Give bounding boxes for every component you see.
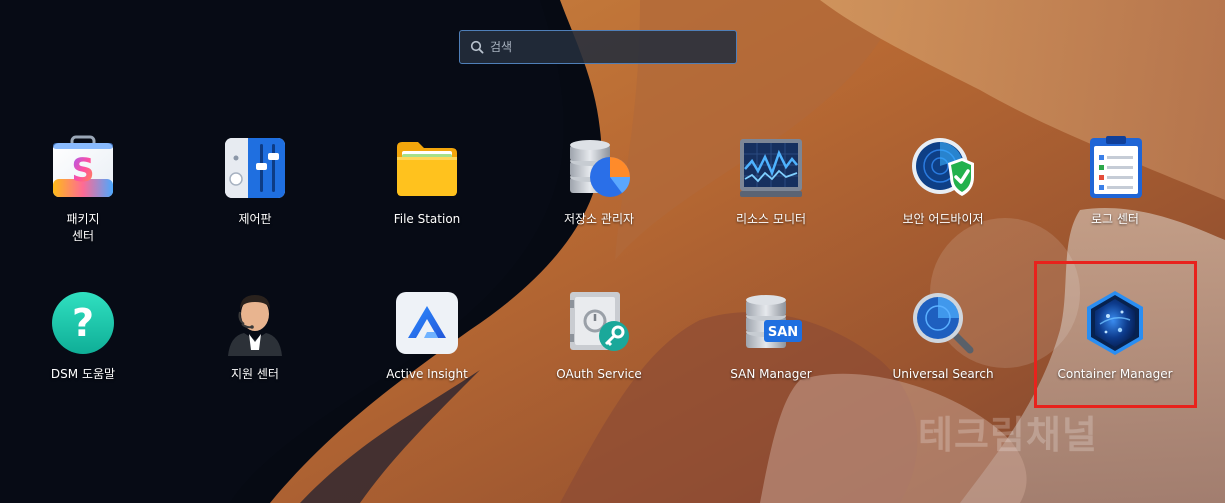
san-manager-icon: SAN [746, 295, 802, 348]
storage-manager-icon [570, 140, 630, 197]
app-label: Universal Search [892, 367, 994, 381]
app-label: 로그 센터 [1091, 212, 1139, 226]
app-label: Active Insight [386, 367, 468, 381]
app-label: 패키지 센터 [66, 212, 100, 243]
app-log-center[interactable]: 로그 센터 [1040, 135, 1190, 228]
app-resource-monitor[interactable]: 리소스 모니터 [696, 135, 846, 228]
package-center-icon: S [53, 135, 113, 197]
app-label: 보안 어드바이저 [902, 212, 984, 226]
app-dsm-help[interactable]: ? DSM 도움말 [8, 290, 158, 383]
app-label: File Station [393, 212, 461, 226]
desktop-wallpaper [0, 0, 1225, 503]
search-box[interactable] [459, 30, 737, 64]
app-container-manager[interactable]: Container Manager [1040, 290, 1190, 383]
app-control-panel[interactable]: 제어판 [180, 135, 330, 228]
app-universal-search[interactable]: Universal Search [868, 290, 1018, 383]
log-center-icon [1090, 136, 1142, 198]
search-input[interactable] [490, 40, 736, 54]
app-storage-manager[interactable]: 저장소 관리자 [524, 135, 674, 228]
app-oauth-service[interactable]: OAuth Service [524, 290, 674, 383]
app-file-station[interactable]: File Station [352, 135, 502, 228]
app-san-manager[interactable]: SAN SAN Manager [696, 290, 846, 383]
app-label: 제어판 [238, 212, 272, 226]
app-label: DSM 도움말 [50, 367, 116, 381]
app-support-center[interactable]: 지원 센터 [180, 290, 330, 383]
app-label: Container Manager [1057, 367, 1173, 381]
app-label: SAN Manager [730, 367, 812, 381]
oauth-service-icon [570, 292, 629, 351]
support-center-icon [228, 295, 282, 356]
app-label: 리소스 모니터 [735, 212, 807, 226]
security-advisor-icon [912, 138, 974, 196]
app-package-center[interactable]: S 패키지 센터 [8, 135, 158, 245]
universal-search-icon [913, 293, 974, 354]
app-active-insight[interactable]: Active Insight [352, 290, 502, 383]
help-icon: ? [52, 292, 114, 354]
app-security-advisor[interactable]: 보안 어드바이저 [868, 135, 1018, 228]
svg-text:SAN: SAN [768, 325, 798, 340]
app-label: 지원 센터 [231, 367, 279, 381]
svg-text:?: ? [72, 301, 94, 345]
folder-icon [397, 142, 457, 196]
container-manager-icon [1087, 291, 1143, 355]
resource-monitor-icon [740, 139, 802, 197]
search-icon [470, 40, 484, 54]
app-label: 저장소 관리자 [563, 212, 635, 226]
app-label: OAuth Service [556, 367, 642, 381]
active-insight-icon [396, 292, 458, 354]
svg-text:S: S [71, 151, 94, 189]
control-panel-icon [225, 138, 285, 198]
